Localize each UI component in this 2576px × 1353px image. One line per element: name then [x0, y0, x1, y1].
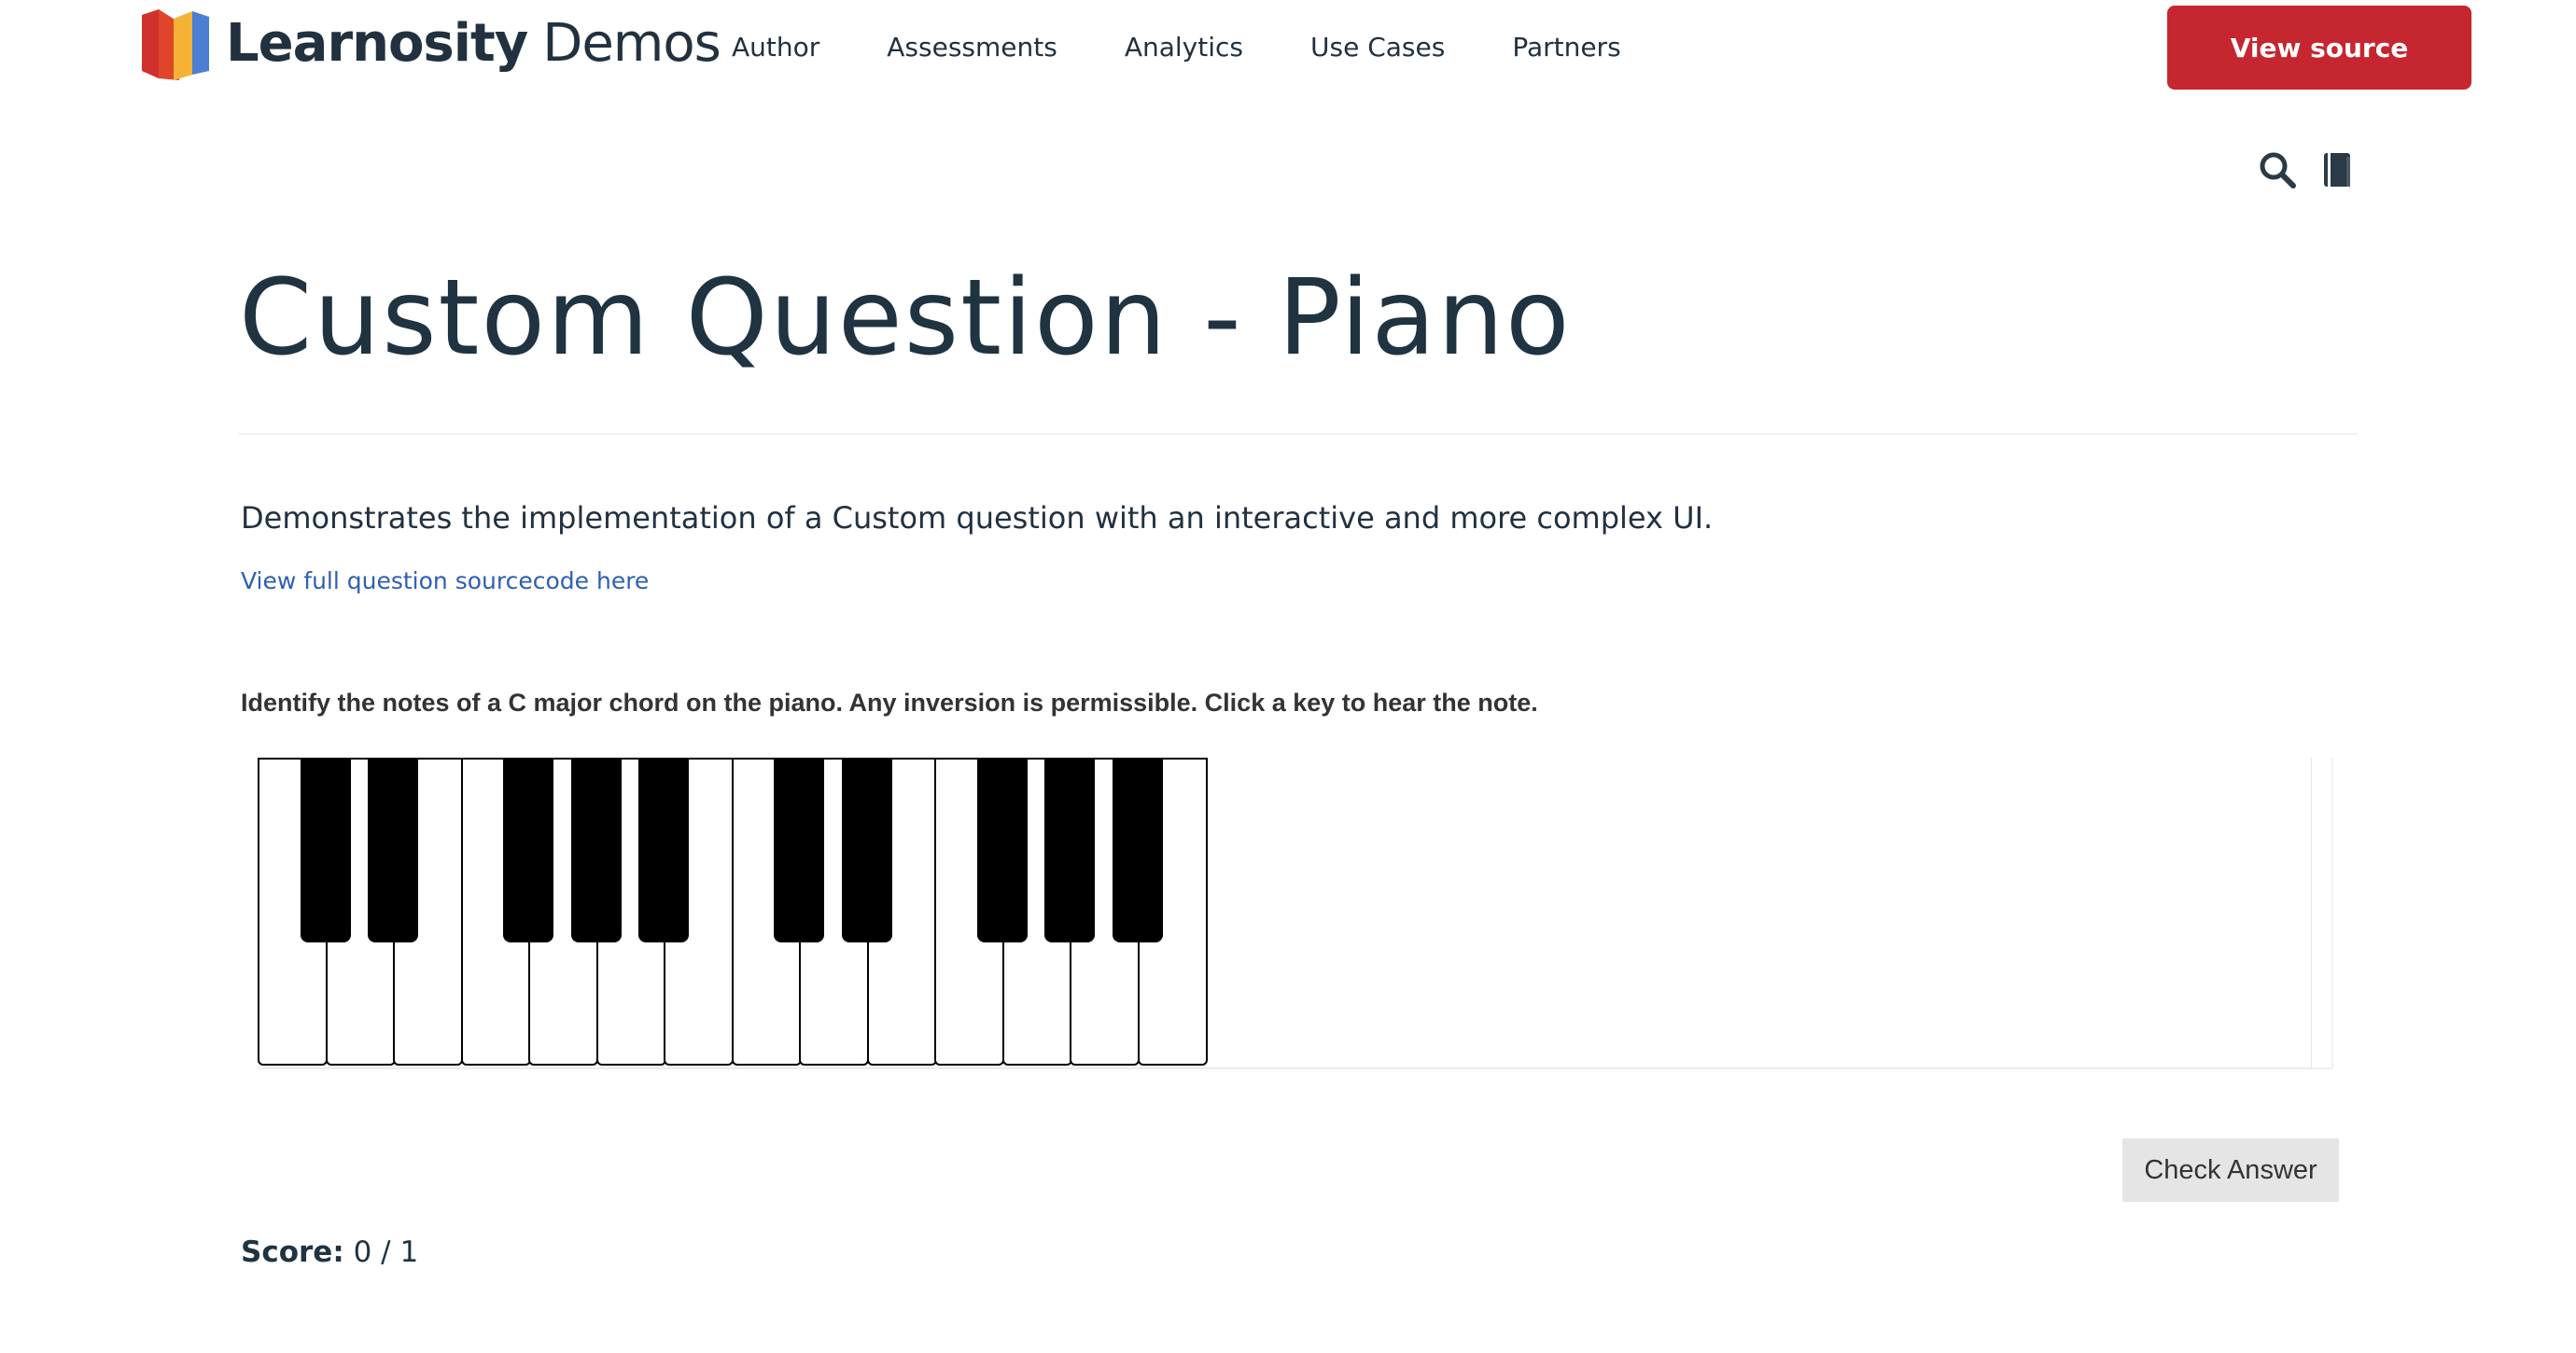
piano-black-key[interactable] — [1113, 758, 1163, 942]
piano-black-key[interactable] — [842, 758, 892, 942]
logo-wordmark: Learnosity Demos — [226, 13, 721, 74]
score-label: Score: — [241, 1235, 344, 1269]
top-navigation-bar: Learnosity Demos Author Assessments Analy… — [0, 0, 2576, 93]
question-response-area — [258, 758, 2333, 1069]
piano-black-key[interactable] — [977, 758, 1028, 942]
title-divider — [239, 433, 2358, 435]
score-value: 0 / 1 — [353, 1235, 419, 1269]
nav-item-use-cases[interactable]: Use Cases — [1310, 32, 1445, 63]
page-description: Demonstrates the implementation of a Cus… — [241, 500, 1714, 536]
page-tools — [2257, 149, 2376, 190]
question-instructions: Identify the notes of a C major chord on… — [241, 689, 1538, 717]
main-nav: Author Assessments Analytics Use Cases P… — [732, 22, 1688, 71]
learnosity-logo-icon — [142, 9, 209, 80]
piano-black-key[interactable] — [638, 758, 689, 942]
page-title: Custom Question - Piano — [239, 258, 1572, 379]
piano-black-key[interactable] — [368, 758, 418, 942]
piano-black-key[interactable] — [503, 758, 553, 942]
view-source-button[interactable]: View source — [2167, 6, 2471, 90]
piano-black-key[interactable] — [301, 758, 351, 942]
nav-item-assessments[interactable]: Assessments — [887, 32, 1057, 63]
question-inner-frame — [258, 758, 2312, 1068]
nav-item-analytics[interactable]: Analytics — [1125, 32, 1243, 63]
score-display: Score: 0 / 1 — [241, 1235, 418, 1269]
piano-black-key[interactable] — [571, 758, 622, 942]
nav-item-author[interactable]: Author — [732, 32, 819, 63]
piano-black-key[interactable] — [774, 758, 824, 942]
learnosity-demos-logo[interactable]: Learnosity Demos — [138, 6, 721, 80]
book-icon[interactable] — [2317, 149, 2358, 190]
piano-keyboard — [258, 758, 1208, 1066]
piano-black-key[interactable] — [1044, 758, 1095, 942]
logo-brand-text: Learnosity — [226, 12, 528, 74]
nav-item-partners[interactable]: Partners — [1512, 32, 1620, 63]
search-icon[interactable] — [2257, 149, 2298, 190]
check-answer-button[interactable]: Check Answer — [2122, 1138, 2339, 1202]
logo-suffix-text: Demos — [542, 12, 721, 74]
view-sourcecode-link[interactable]: View full question sourcecode here — [241, 567, 649, 594]
